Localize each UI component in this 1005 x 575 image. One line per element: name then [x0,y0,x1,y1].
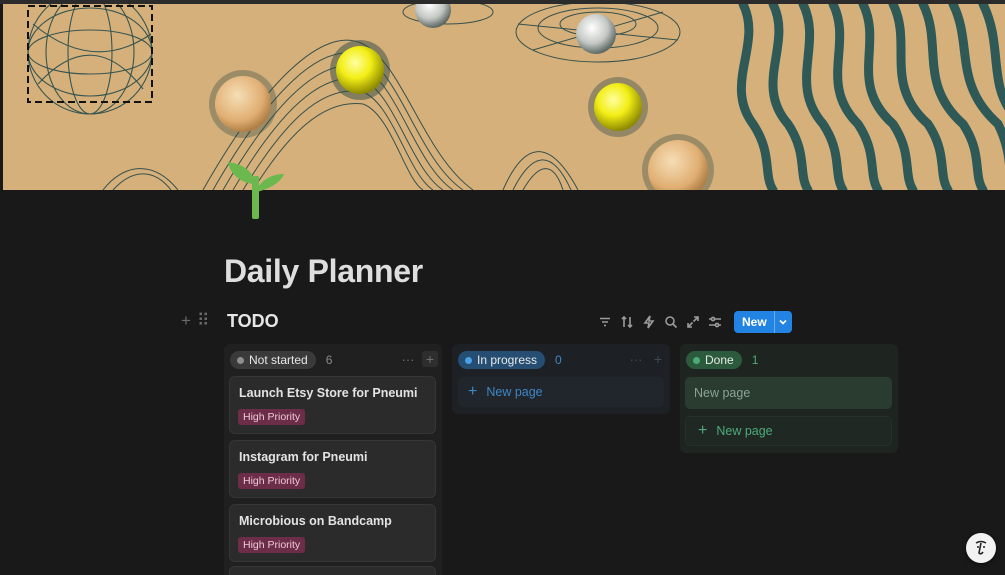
board-column-not-started: Not started 6 ··· + Launch Etsy Store fo… [224,344,442,575]
board-card[interactable] [229,566,436,575]
page-title[interactable]: Daily Planner [224,253,423,290]
plus-icon: + [468,383,478,400]
plus-icon: + [698,422,708,439]
database-title[interactable]: TODO [227,311,279,332]
sort-icon[interactable] [616,312,638,332]
add-card-icon[interactable]: + [422,351,438,367]
board-card[interactable]: Launch Etsy Store for Pneumi High Priori… [229,376,436,434]
expand-icon[interactable] [682,312,704,332]
card-title: Instagram for Pneumi [239,450,368,464]
status-label: In progress [477,353,538,367]
status-label: Done [705,353,734,367]
new-page-button[interactable]: + New page [458,377,664,407]
status-label: Not started [249,353,308,367]
new-button-label[interactable]: New [734,311,774,333]
status-badge[interactable]: Done [686,351,742,369]
more-options-icon[interactable]: ··· [628,351,644,367]
status-dot-icon [693,356,700,364]
page-cover-image[interactable] [3,4,1005,190]
filter-icon[interactable] [594,312,616,332]
more-options-icon[interactable]: ··· [400,351,416,367]
assistant-face-icon [975,540,987,555]
column-count: 6 [325,353,333,367]
drag-handle-icon[interactable]: ⠿ [197,312,209,330]
add-block-icon[interactable]: + [181,312,191,330]
board-card[interactable]: Microbious on Bandcamp High Priority [229,504,436,562]
status-dot-icon [465,356,472,364]
assistant-button[interactable] [966,533,996,563]
database-toolbar: New [594,311,792,333]
automation-icon[interactable] [638,312,660,332]
board-card[interactable]: Instagram for Pneumi High Priority [229,440,436,498]
board-column-in-progress: In progress 0 ··· + + New page [452,344,670,414]
new-page-label: New page [716,424,773,438]
board-column-done: Done 1 New page + New page [680,344,898,453]
priority-tag: High Priority [238,537,306,553]
column-count: 1 [751,353,759,367]
priority-tag: High Priority [238,409,306,425]
status-badge[interactable]: Not started [230,351,316,369]
status-badge[interactable]: In progress [458,351,546,369]
seedling-icon[interactable] [222,154,288,220]
priority-tag: High Priority [238,473,306,489]
column-count: 0 [555,353,562,367]
chevron-down-icon[interactable] [773,311,792,333]
card-title: Launch Etsy Store for Pneumi [239,386,418,400]
new-page-label: New page [486,385,543,399]
block-controls: + ⠿ [181,312,209,330]
search-icon[interactable] [660,312,682,332]
new-button[interactable]: New [734,311,792,333]
add-card-icon[interactable]: + [650,351,666,367]
draft-card-input[interactable]: New page [685,377,892,409]
new-page-button[interactable]: + New page [685,416,892,446]
draft-card-placeholder: New page [694,386,751,400]
status-dot-icon [237,356,244,364]
settings-icon[interactable] [704,312,726,332]
card-title: Microbious on Bandcamp [239,514,392,528]
